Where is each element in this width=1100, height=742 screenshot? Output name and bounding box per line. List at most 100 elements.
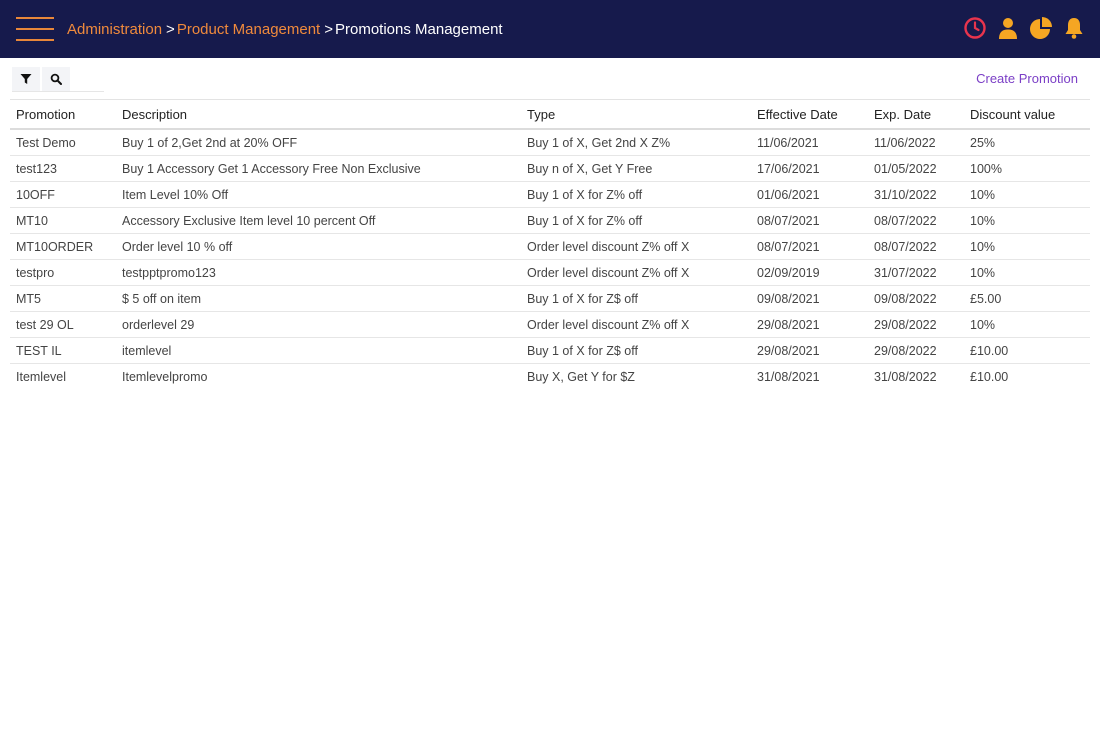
promotion-type: Buy 1 of X for Z% off: [521, 207, 751, 234]
breadcrumb: Administration > Product Management > Pr…: [67, 0, 503, 58]
table-row[interactable]: TEST IL itemlevel Buy 1 of X for Z$ off 29/…: [10, 337, 1090, 364]
discount-value: 10%: [964, 259, 1090, 286]
table-row[interactable]: MT5 $ 5 off on item Buy 1 of X for Z$ off 0…: [10, 285, 1090, 312]
table-row[interactable]: test 29 OL orderlevel 29 Order level disco…: [10, 311, 1090, 338]
search-button[interactable]: [42, 66, 70, 91]
promotion-description: orderlevel 29: [116, 311, 521, 338]
promotion-name-link[interactable]: test123: [10, 155, 116, 182]
effective-date: 11/06/2021: [751, 129, 868, 156]
column-header-promotion[interactable]: Promotion: [10, 99, 116, 130]
column-header-description[interactable]: Description: [116, 99, 521, 130]
pie-chart-icon[interactable]: [1029, 16, 1053, 40]
user-icon[interactable]: [996, 16, 1020, 40]
table-row[interactable]: testpro testpptpromo123 Order level discou…: [10, 259, 1090, 286]
filter-icon: [20, 73, 32, 84]
promotion-description: Itemlevelpromo: [122, 369, 208, 384]
table-row[interactable]: test123 Buy 1 Accessory Get 1 Accessory F…: [10, 155, 1090, 182]
promotion-name-link[interactable]: Test Demo: [10, 129, 116, 156]
column-header-type[interactable]: Type: [521, 99, 751, 130]
effective-date: 17/06/2021: [751, 155, 868, 182]
expiry-date: 11/06/2022: [868, 129, 964, 156]
clock-icon[interactable]: [963, 16, 987, 40]
breadcrumb-promotions-management: Promotions Management: [335, 20, 503, 38]
expiry-date: 31/10/2022: [868, 181, 964, 208]
promotion-description: Buy 1 of 2,Get 2nd at 20% OFF: [116, 129, 521, 156]
expiry-date: 31/08/2022: [874, 369, 937, 384]
promotion-type: Buy 1 of X for Z$ off: [521, 337, 751, 364]
promotion-name-link[interactable]: Itemlevel: [10, 364, 116, 390]
discount-value: 10%: [964, 181, 1090, 208]
promotion-type: Buy n of X, Get Y Free: [521, 155, 751, 182]
search-icon: [50, 73, 62, 85]
expiry-date: 01/05/2022: [868, 155, 964, 182]
discount-value: £10.00: [964, 337, 1090, 364]
effective-date: 29/08/2021: [751, 337, 868, 364]
expiry-date: 29/08/2022: [868, 311, 964, 338]
table-row[interactable]: Test Demo Buy 1 of 2,Get 2nd at 20% OFF Bu…: [10, 129, 1090, 156]
expiry-date: 08/07/2022: [868, 207, 964, 234]
column-header-effective-date[interactable]: Effective Date: [751, 99, 868, 130]
discount-value: 100%: [964, 155, 1090, 182]
promotion-type: Order level discount Z% off X: [521, 233, 751, 260]
promotion-description: Buy 1 Accessory Get 1 Accessory Free Non…: [116, 155, 521, 182]
breadcrumb-separator: >: [166, 20, 175, 38]
discount-value: 10%: [964, 311, 1090, 338]
promotion-name-link[interactable]: test 29 OL: [10, 311, 116, 338]
promotion-type: Buy 1 of X for Z% off: [521, 181, 751, 208]
promotion-name-link[interactable]: testpro: [10, 259, 116, 286]
discount-value: 10%: [964, 207, 1090, 234]
promotion-type: Buy 1 of X for Z$ off: [521, 285, 751, 312]
table-header-row: Promotion Description Type Effective Dat…: [10, 99, 1090, 130]
header-icons: [963, 16, 1086, 40]
table-toolbar: [12, 66, 104, 92]
menu-icon-line: [16, 17, 54, 19]
promotion-name-link[interactable]: MT10ORDER: [10, 233, 116, 260]
table-row[interactable]: Itemlevel Itemlevelpromo Buy X, Get Y for …: [10, 364, 1090, 390]
table-row[interactable]: MT10 Accessory Exclusive Item level 10 pe…: [10, 207, 1090, 234]
expiry-date: 29/08/2022: [868, 337, 964, 364]
promotion-name-link[interactable]: MT10: [10, 207, 116, 234]
effective-date: 09/08/2021: [751, 285, 868, 312]
promotion-name-link[interactable]: 10OFF: [10, 181, 116, 208]
promotion-description: $ 5 off on item: [116, 285, 521, 312]
promotion-type: Order level discount Z% off X: [521, 259, 751, 286]
promotion-type: Buy 1 of X, Get 2nd X Z%: [521, 129, 751, 156]
discount-value: 10%: [964, 233, 1090, 260]
menu-icon-line: [16, 28, 54, 30]
promotion-description: Item Level 10% Off: [116, 181, 521, 208]
promotion-type: Buy X, Get Y for $Z: [527, 369, 635, 384]
discount-value: 25%: [964, 129, 1090, 156]
effective-date: 08/07/2021: [751, 207, 868, 234]
effective-date: 08/07/2021: [751, 233, 868, 260]
promotion-description: testpptpromo123: [116, 259, 521, 286]
promotion-name-link[interactable]: TEST IL: [10, 337, 116, 364]
column-header-discount-value[interactable]: Discount value: [964, 99, 1090, 130]
table-row[interactable]: MT10ORDER Order level 10 % off Order level…: [10, 233, 1090, 260]
breadcrumb-separator: >: [324, 20, 333, 38]
promotion-type: Order level discount Z% off X: [521, 311, 751, 338]
column-header-exp-date[interactable]: Exp. Date: [868, 99, 964, 130]
promotion-description: Accessory Exclusive Item level 10 percen…: [116, 207, 521, 234]
expiry-date: 31/07/2022: [868, 259, 964, 286]
bell-icon[interactable]: [1062, 16, 1086, 40]
effective-date: 01/06/2021: [751, 181, 868, 208]
promotion-name-link[interactable]: MT5: [10, 285, 116, 312]
filter-button[interactable]: [12, 66, 40, 91]
effective-date: 29/08/2021: [751, 311, 868, 338]
create-promotion-link[interactable]: Create Promotion: [976, 71, 1078, 86]
menu-icon-line: [16, 39, 54, 41]
discount-value: £5.00: [964, 285, 1090, 312]
promotions-table: Promotion Description Type Effective Dat…: [10, 99, 1090, 389]
expiry-date: 08/07/2022: [868, 233, 964, 260]
effective-date: 31/08/2021: [757, 369, 820, 384]
expiry-date: 09/08/2022: [868, 285, 964, 312]
promotion-description: itemlevel: [116, 337, 521, 364]
breadcrumb-product-management[interactable]: Product Management: [177, 21, 320, 38]
top-bar: Administration > Product Management > Pr…: [0, 0, 1100, 58]
menu-icon[interactable]: [16, 17, 54, 41]
promotion-description: Order level 10 % off: [116, 233, 521, 260]
effective-date: 02/09/2019: [751, 259, 868, 286]
discount-value: £10.00: [970, 369, 1009, 384]
breadcrumb-administration[interactable]: Administration: [67, 21, 162, 38]
table-row[interactable]: 10OFF Item Level 10% Off Buy 1 of X for Z%…: [10, 181, 1090, 208]
